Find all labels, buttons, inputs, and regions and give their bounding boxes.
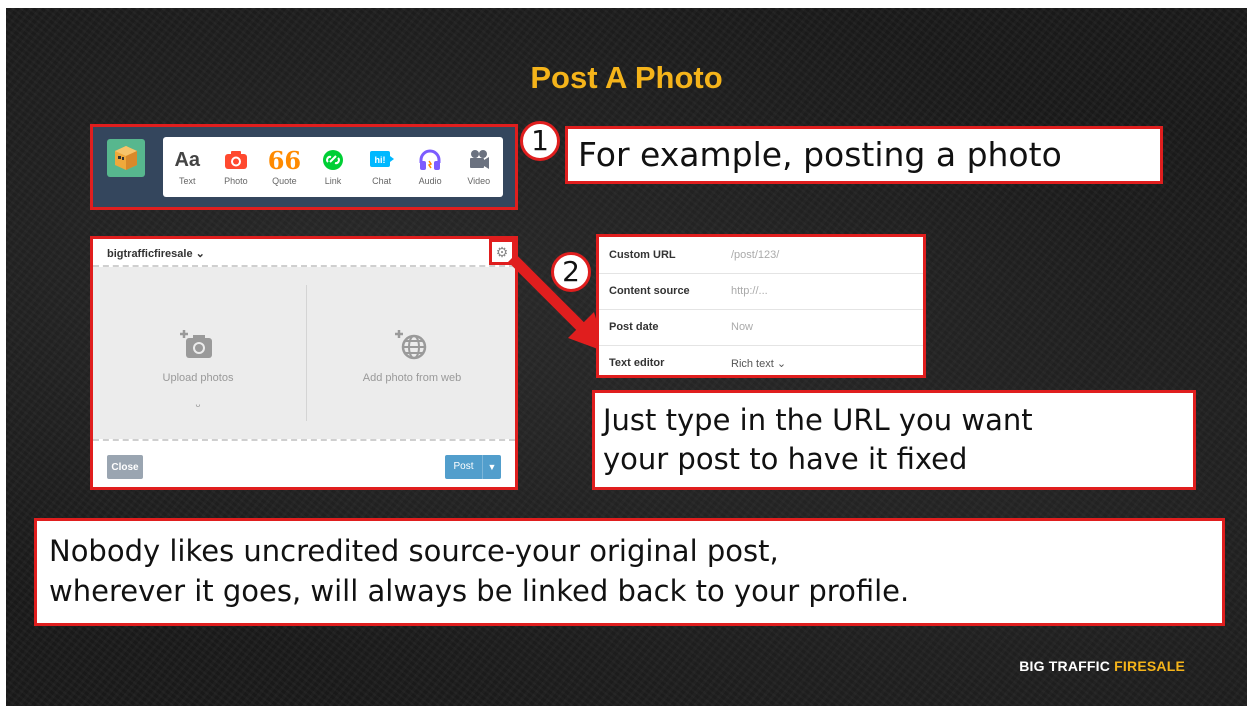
bottom-callout: Nobody likes uncredited source-your orig… [34, 518, 1225, 626]
setting-custom-url[interactable]: Custom URL /post/123/ [599, 237, 923, 274]
add-photo-from-web-label: Add photo from web [362, 372, 462, 384]
brand-logo: BIG TRAFFIC FIRESALE [1019, 658, 1185, 674]
post-type-label: Quote [272, 176, 297, 186]
add-photo-from-web-option[interactable]: Add photo from web [307, 267, 517, 439]
photo-post-dialog: bigtrafficfiresale ⌄ ⚙ Upload photos ᵕ A… [90, 236, 518, 490]
step-2-callout: Just type in the URL you want your post … [592, 390, 1196, 490]
post-type-photo[interactable]: Photo [212, 137, 261, 197]
content-source-input[interactable]: http://... [731, 285, 768, 297]
brand-accent-text: FIRESALE [1114, 658, 1185, 674]
add-globe-icon [307, 329, 517, 364]
post-type-label: Chat [372, 176, 392, 186]
post-type-label: Link [324, 176, 342, 186]
post-type-label: Photo [224, 176, 248, 186]
blog-selector[interactable]: bigtrafficfiresale ⌄ [107, 247, 205, 260]
camera-icon [223, 148, 249, 172]
photo-dropzone: Upload photos ᵕ Add photo from web [93, 267, 515, 439]
setting-label: Post date [609, 321, 659, 333]
setting-label: Custom URL [609, 249, 676, 261]
link-icon [320, 148, 346, 172]
post-type-audio[interactable]: Audio [406, 137, 455, 197]
setting-label: Content source [609, 285, 690, 297]
upload-photos-label: Upload photos [162, 372, 234, 384]
video-camera-icon [466, 148, 492, 172]
post-button-label: Post [453, 461, 474, 472]
post-type-quote[interactable]: 66 Quote [260, 137, 309, 197]
step-2-badge: 2 [551, 252, 591, 292]
chevron-down-icon: ⌄ [776, 358, 787, 370]
close-button[interactable]: Close [107, 455, 143, 479]
quote-icon: 66 [267, 145, 302, 175]
headphones-icon [417, 148, 443, 172]
post-type-label: Video [467, 176, 491, 186]
dialog-footer: Close Post ▼ [93, 439, 515, 487]
setting-label: Text editor [609, 357, 665, 369]
custom-url-input[interactable]: /post/123/ [731, 249, 779, 261]
step-2-line-2: your post to have it fixed [603, 442, 968, 476]
add-camera-icon [93, 329, 303, 364]
text-editor-value: Rich text [731, 358, 774, 370]
setting-content-source[interactable]: Content source http://... [599, 273, 923, 310]
post-type-chat[interactable]: hi! Chat [357, 137, 406, 197]
post-button[interactable]: Post ▼ [445, 455, 501, 479]
blog-name: bigtrafficfiresale [107, 248, 193, 260]
bottom-line-2: wherever it goes, will always be linked … [49, 574, 910, 608]
upload-photos-option[interactable]: Upload photos ᵕ [93, 267, 303, 439]
text-icon: Aa [174, 148, 201, 171]
step-1-badge: 1 [520, 121, 560, 161]
chevron-down-icon: ⌄ [195, 248, 205, 260]
post-type-label: Audio [418, 176, 442, 186]
slide-title: Post A Photo [530, 60, 723, 95]
setting-text-editor[interactable]: Text editor Rich text ⌄ [599, 345, 923, 381]
post-type-buttons: Aa Text Photo 66 Quote Link hi! Chat Aud… [163, 137, 503, 197]
setting-post-date[interactable]: Post date Now [599, 309, 923, 346]
post-type-video[interactable]: Video [454, 137, 503, 197]
slide: Post A Photo Aa Text Photo 66 Quote Link… [6, 8, 1247, 706]
step-2-line-1: Just type in the URL you want [603, 403, 1033, 437]
cube-avatar-icon[interactable] [107, 139, 145, 177]
post-date-input[interactable]: Now [731, 321, 753, 333]
post-type-toolbar: Aa Text Photo 66 Quote Link hi! Chat Aud… [90, 124, 518, 210]
post-settings-panel: Custom URL /post/123/ Content source htt… [596, 234, 926, 378]
brand-text: BIG TRAFFIC [1019, 658, 1111, 674]
smiley-icon: ᵕ [195, 398, 201, 413]
post-type-text[interactable]: Aa Text [163, 137, 212, 197]
chat-icon: hi! [369, 148, 395, 172]
bottom-line-1: Nobody likes uncredited source-your orig… [49, 534, 779, 568]
post-type-link[interactable]: Link [309, 137, 358, 197]
post-type-label: Text [179, 176, 196, 186]
dialog-header: bigtrafficfiresale ⌄ ⚙ [93, 239, 515, 267]
chevron-down-icon[interactable]: ▼ [482, 455, 501, 479]
text-editor-select[interactable]: Rich text ⌄ [731, 357, 786, 370]
svg-text:hi!: hi! [374, 155, 385, 165]
step-1-callout: For example, posting a photo [565, 126, 1163, 184]
